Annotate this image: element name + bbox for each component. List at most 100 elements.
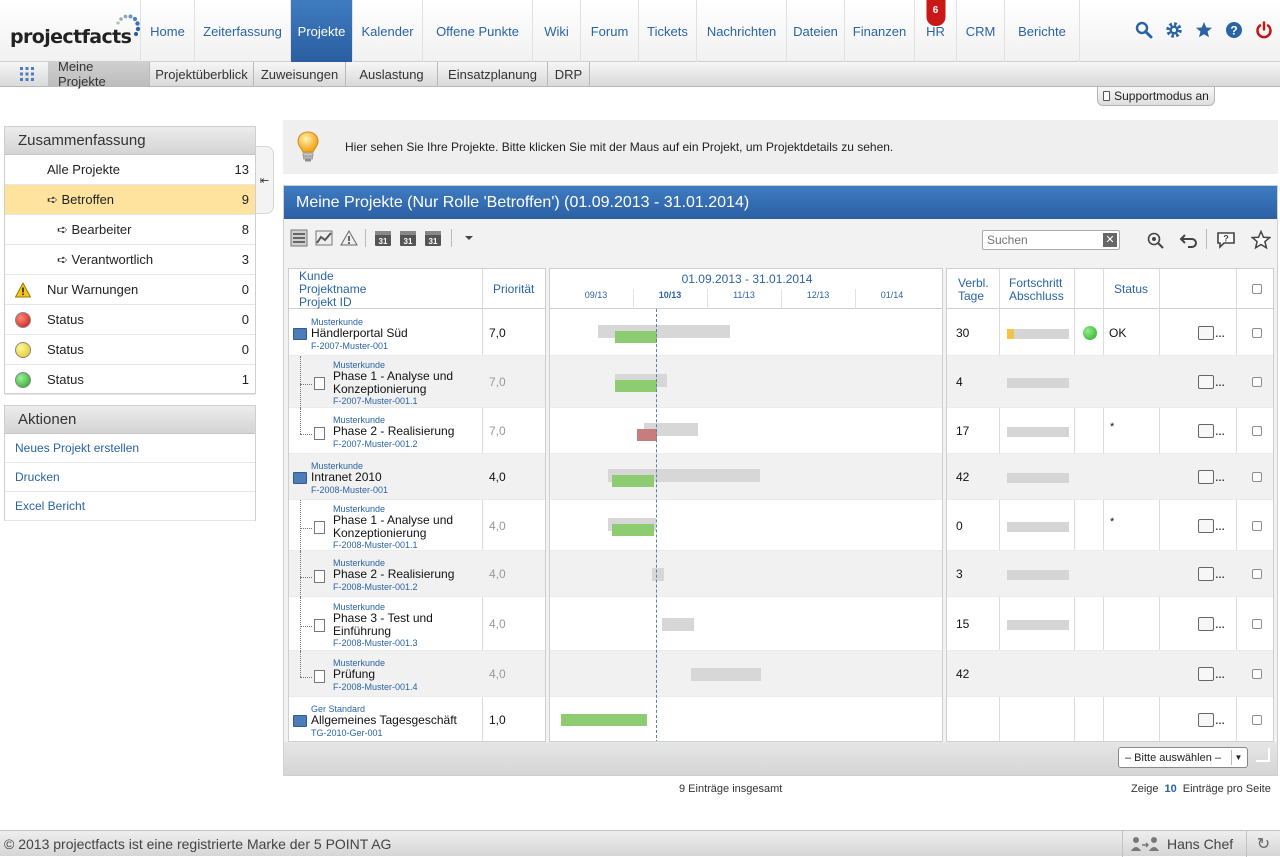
table-row[interactable]: Musterkunde Phase 1 - Analyse und Konzepti… [289, 500, 545, 551]
bulk-action-select[interactable]: – Bitte auswählen – ▼ [1118, 747, 1248, 768]
warning-filter-icon[interactable] [340, 229, 358, 247]
nav-item-zeiterfassung[interactable]: Zeiterfassung [194, 0, 290, 62]
nav-item-dateien[interactable]: Dateien [786, 0, 844, 62]
summary-row[interactable]: ➪ Betroffen 9 [5, 185, 255, 215]
header-status[interactable]: Status [1114, 269, 1148, 309]
nav-item-wiki[interactable]: Wiki [532, 0, 580, 62]
header-tage[interactable]: Tage [958, 290, 984, 302]
nav-item-projekte[interactable]: Projekte [290, 0, 352, 62]
table-row[interactable]: Ger Standard Allgemeines Tagesgeschäft TG-… [289, 697, 545, 741]
more-icon[interactable]: … [1215, 670, 1225, 681]
summary-row[interactable]: Status 1 [5, 365, 255, 395]
user-box[interactable]: Hans Chef [1122, 831, 1246, 857]
gantt-bar[interactable] [612, 524, 654, 536]
project-name[interactable]: Allgemeines Tagesgeschäft [311, 714, 457, 727]
gantt-row[interactable] [550, 408, 942, 454]
table-row[interactable]: Musterkunde Phase 2 - Realisierung F-2008-… [289, 551, 545, 597]
nav-item-crm[interactable]: CRM [956, 0, 1004, 62]
gantt-row[interactable] [550, 651, 942, 697]
select-all-checkbox[interactable] [1252, 284, 1262, 294]
row-checkbox[interactable] [1252, 377, 1262, 387]
row-checkbox[interactable] [1252, 715, 1262, 725]
list-view-icon[interactable] [290, 229, 308, 247]
details-icon[interactable] [1198, 326, 1214, 340]
gantt-row[interactable] [550, 500, 942, 551]
nav-item-tickets[interactable]: Tickets [638, 0, 696, 62]
summary-row[interactable]: Status 0 [5, 335, 255, 365]
status-row[interactable]: 4… [947, 356, 1273, 408]
action-link[interactable]: Drucken [5, 463, 255, 492]
project-name-line2[interactable]: Einführung [333, 625, 391, 638]
header-fortschritt[interactable]: Fortschritt [1009, 277, 1062, 289]
gantt-bar[interactable] [637, 429, 657, 441]
sub-tab-drp[interactable]: DRP [548, 62, 590, 86]
row-checkbox[interactable] [1252, 472, 1262, 482]
more-icon[interactable]: … [1215, 427, 1225, 438]
logo[interactable]: projectfacts [10, 14, 140, 50]
chart-view-icon[interactable] [315, 229, 333, 247]
status-row[interactable]: 42… [947, 651, 1273, 697]
table-row[interactable]: Musterkunde Phase 1 - Analyse und Konzepti… [289, 356, 545, 408]
status-row[interactable]: … [947, 697, 1273, 741]
summary-row[interactable]: ➪ Verantwortlich 3 [5, 245, 255, 275]
header-verbl[interactable]: Verbl. [958, 277, 989, 289]
gantt-row[interactable] [550, 597, 942, 651]
more-icon[interactable]: … [1215, 522, 1225, 533]
details-icon[interactable] [1198, 667, 1214, 681]
sub-tab-einsatzplanung[interactable]: Einsatzplanung [438, 62, 548, 86]
search-input[interactable] [983, 231, 1101, 249]
project-name[interactable]: Intranet 2010 [311, 471, 382, 484]
nav-item-finanzen[interactable]: Finanzen [844, 0, 914, 62]
apps-grid-icon[interactable] [6, 62, 48, 86]
gantt-row[interactable] [550, 309, 942, 356]
row-checkbox[interactable] [1252, 426, 1262, 436]
action-link[interactable]: Excel Bericht [5, 492, 255, 521]
more-icon[interactable]: … [1215, 329, 1225, 340]
gantt-bar[interactable] [615, 331, 657, 343]
project-name-line2[interactable]: Konzeptionierung [333, 527, 426, 540]
row-checkbox[interactable] [1252, 328, 1262, 338]
more-icon[interactable]: … [1215, 620, 1225, 631]
more-icon[interactable]: … [1215, 716, 1225, 727]
table-row[interactable]: Musterkunde Prüfung F-2008-Muster-001.4 4,0 [289, 651, 545, 697]
gantt-bar[interactable] [561, 714, 647, 726]
header-projektname[interactable]: Projektname [299, 283, 366, 295]
favorite-star-icon[interactable] [1251, 230, 1271, 250]
support-mode-button[interactable]: Supportmodus an [1097, 86, 1215, 106]
table-row[interactable]: Musterkunde Phase 3 - Test und Einführung F… [289, 597, 545, 651]
table-row[interactable]: Musterkunde Händlerportal Süd F-2007-Muste… [289, 309, 545, 356]
header-projekt-id[interactable]: Projekt ID [299, 296, 352, 308]
nav-item-home[interactable]: Home [140, 0, 194, 62]
nav-item-kalender[interactable]: Kalender [352, 0, 422, 62]
gantt-row[interactable] [550, 356, 942, 408]
collapse-sidebar-button[interactable]: ⇤ [256, 146, 274, 214]
summary-row[interactable]: Status 0 [5, 305, 255, 335]
details-icon[interactable] [1198, 424, 1214, 438]
nav-item-berichte[interactable]: Berichte [1004, 0, 1080, 62]
sub-tab-auslastung[interactable]: Auslastung [346, 62, 438, 86]
power-icon[interactable] [1254, 20, 1274, 40]
clear-search-icon[interactable]: ✕ [1103, 233, 1117, 247]
status-row[interactable]: 0 *… [947, 500, 1273, 551]
sub-tab-projektüberblick[interactable]: Projektüberblick [150, 62, 254, 86]
star-icon[interactable] [1194, 20, 1214, 40]
project-name[interactable]: Prüfung [333, 668, 375, 681]
gear-icon[interactable] [1164, 20, 1184, 40]
row-checkbox[interactable] [1252, 669, 1262, 679]
gantt-row[interactable] [550, 551, 942, 597]
gantt-bar[interactable] [691, 668, 761, 681]
more-icon[interactable]: … [1215, 473, 1225, 484]
nav-item-forum[interactable]: Forum [580, 0, 638, 62]
nav-item-nachrichten[interactable]: Nachrichten [696, 0, 786, 62]
details-icon[interactable] [1198, 713, 1214, 727]
gantt-row[interactable] [550, 697, 942, 741]
resize-handle[interactable] [1256, 748, 1270, 762]
nav-item-offene-punkte[interactable]: Offene Punkte [422, 0, 532, 62]
gantt-bar[interactable] [612, 475, 654, 487]
details-icon[interactable] [1198, 470, 1214, 484]
row-checkbox[interactable] [1252, 521, 1262, 531]
help-icon[interactable]: ? [1224, 20, 1244, 40]
refresh-icon[interactable]: ↻ [1246, 831, 1280, 857]
advanced-search-icon[interactable] [1145, 230, 1165, 250]
header-kunde[interactable]: Kunde [299, 270, 334, 282]
